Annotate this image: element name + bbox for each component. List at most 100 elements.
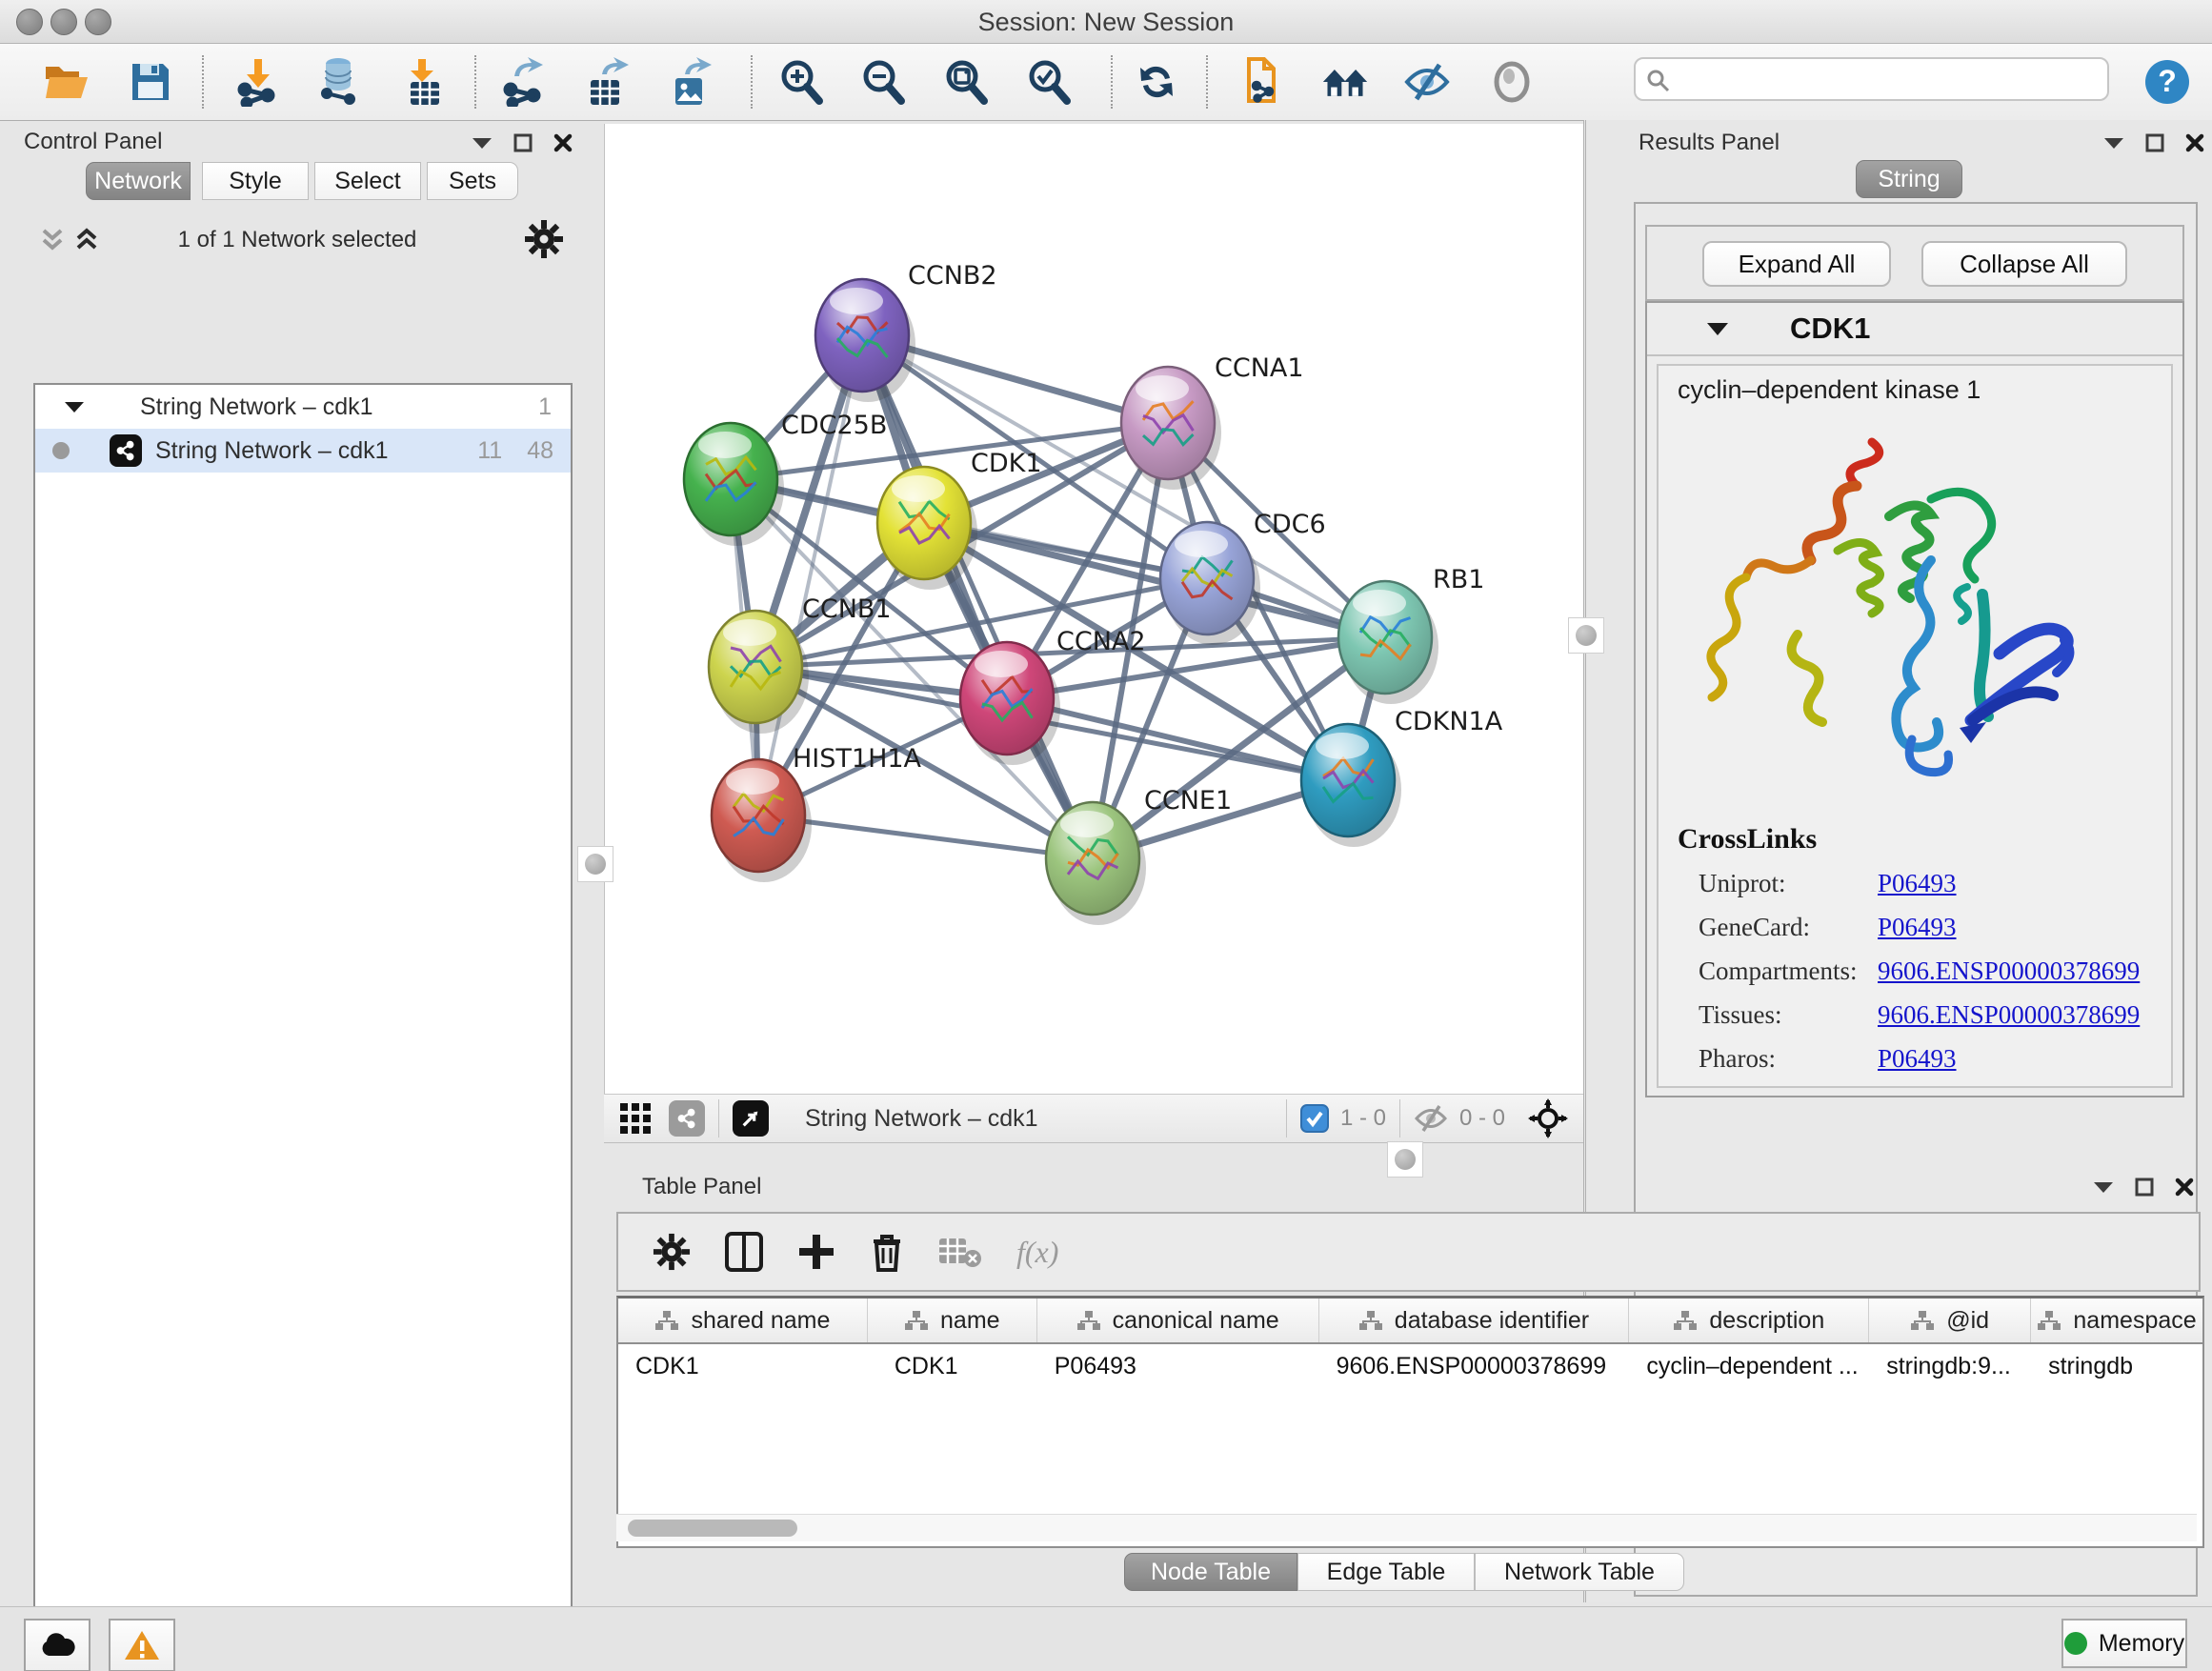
crosslink-value-link[interactable]: 9606.ENSP00000378699 (1878, 956, 2140, 986)
tab-network[interactable]: Network (86, 162, 191, 200)
clone-network-icon[interactable] (1237, 58, 1284, 106)
panel-menu-icon[interactable] (472, 136, 493, 150)
hidden-count: 0 - 0 (1459, 1105, 1505, 1132)
hidden-eye-slash-icon[interactable] (1414, 1104, 1448, 1133)
network-row-selected[interactable]: String Network – cdk1 11 48 (35, 429, 571, 473)
network-node[interactable]: RB1 (1338, 565, 1484, 704)
left-splitter-handle[interactable] (577, 846, 613, 882)
export-image-icon[interactable] (667, 58, 714, 106)
show-columns-icon[interactable] (725, 1232, 763, 1272)
cell-description: cyclin–dependent ... (1629, 1353, 1869, 1380)
column-header[interactable]: database identifier (1319, 1299, 1630, 1342)
network-node[interactable]: CCNE1 (1046, 786, 1232, 925)
gene-symbol: CDK1 (1790, 312, 1870, 346)
crosslink-value-link[interactable]: P06493 (1878, 1044, 1957, 1074)
share-network-icon[interactable] (669, 1100, 705, 1137)
scrollbar-thumb[interactable] (628, 1520, 797, 1537)
toolbar-divider (1286, 1099, 1287, 1137)
selected-checkbox-icon[interactable] (1300, 1104, 1329, 1133)
export-table-icon[interactable] (584, 58, 632, 106)
open-session-icon[interactable] (43, 58, 90, 106)
cell-shared-name: CDK1 (618, 1353, 868, 1380)
right-splitter-handle[interactable] (1568, 617, 1604, 654)
column-label: name (940, 1307, 1000, 1335)
panel-close-icon[interactable] (2175, 1178, 2194, 1197)
gear-icon[interactable] (524, 219, 564, 259)
network-node[interactable]: CCNB2 (815, 261, 997, 402)
panel-float-icon[interactable] (2135, 1178, 2154, 1197)
results-panel-title: Results Panel (1639, 130, 1780, 156)
collection-expand-icon[interactable] (64, 400, 85, 413)
horizontal-splitter-handle[interactable] (1387, 1141, 1423, 1178)
gene-collapse-icon[interactable] (1706, 321, 1729, 336)
import-table-icon[interactable] (400, 58, 448, 106)
tab-style[interactable]: Style (202, 162, 309, 200)
column-header[interactable]: namespace (2031, 1299, 2202, 1342)
delete-column-trash-icon[interactable] (870, 1232, 904, 1272)
tab-edge-table[interactable]: Edge Table (1297, 1553, 1475, 1591)
zoom-in-icon[interactable] (777, 58, 825, 106)
fit-content-crosshair-icon[interactable] (1528, 1098, 1568, 1138)
show-eye-icon[interactable] (1488, 58, 1536, 106)
node-label: CCNE1 (1144, 786, 1232, 815)
network-graph[interactable]: CCNB2CCNA1CDC25BCDK1CDC6RB1CCNB1CCNA2CDK… (605, 124, 1584, 1094)
refresh-icon[interactable] (1133, 58, 1180, 106)
tab-sets[interactable]: Sets (427, 162, 518, 200)
tab-select[interactable]: Select (314, 162, 421, 200)
control-panel-window-controls (472, 133, 573, 152)
column-label: namespace (2073, 1307, 2196, 1335)
toolbar-separator (474, 55, 476, 109)
zoom-fit-icon[interactable] (942, 58, 990, 106)
network-node[interactable]: CDC6 (1160, 510, 1326, 645)
cloud-button[interactable] (24, 1619, 90, 1671)
table-settings-gear-icon[interactable] (653, 1233, 691, 1271)
add-column-icon[interactable] (797, 1233, 835, 1271)
panel-close-icon[interactable] (553, 133, 573, 152)
tab-string[interactable]: String (1856, 160, 1962, 198)
gene-card-header[interactable]: CDK1 (1647, 303, 2182, 356)
panel-float-icon[interactable] (2145, 133, 2164, 152)
column-header[interactable]: description (1629, 1299, 1869, 1342)
network-collection-row[interactable]: String Network – cdk1 1 (35, 385, 571, 429)
zoom-selected-icon[interactable] (1025, 58, 1073, 106)
tab-node-table[interactable]: Node Table (1124, 1553, 1297, 1591)
warnings-button[interactable] (109, 1619, 175, 1671)
network-canvas[interactable]: CCNB2CCNA1CDC25BCDK1CDC6RB1CCNB1CCNA2CDK… (604, 124, 1585, 1094)
network-node[interactable]: CDK1 (877, 449, 1042, 590)
home-icon[interactable] (1321, 58, 1369, 106)
crosslink-value-link[interactable]: P06493 (1878, 913, 1957, 942)
panel-menu-icon[interactable] (2093, 1180, 2114, 1194)
panel-float-icon[interactable] (513, 133, 533, 152)
collapse-all-button[interactable]: Collapse All (1921, 241, 2127, 287)
column-header[interactable]: @id (1869, 1299, 2031, 1342)
column-header[interactable]: shared name (618, 1299, 868, 1342)
column-header[interactable]: canonical name (1037, 1299, 1319, 1342)
open-in-window-icon[interactable] (733, 1100, 769, 1137)
crosslink-value-link[interactable]: P06493 (1878, 869, 1957, 898)
network-node[interactable]: HIST1H1A (712, 744, 922, 882)
crosslink-value-link[interactable]: 9606.ENSP00000378699 (1878, 1000, 2140, 1030)
export-network-icon[interactable] (500, 58, 548, 106)
function-builder-icon[interactable]: f(x) (1016, 1235, 1058, 1270)
import-network-file-icon[interactable] (234, 58, 282, 106)
help-icon[interactable]: ? (2143, 58, 2191, 106)
expand-all-button[interactable]: Expand All (1702, 241, 1891, 287)
search-input[interactable] (1634, 57, 2109, 101)
table-row[interactable]: CDK1 CDK1 P06493 9606.ENSP00000378699 cy… (618, 1344, 2202, 1388)
network-node[interactable]: CDKN1A (1301, 707, 1503, 847)
import-network-database-icon[interactable] (314, 58, 362, 106)
tab-network-table[interactable]: Network Table (1475, 1553, 1684, 1591)
delete-table-icon[interactable] (938, 1236, 982, 1268)
hide-eye-slash-icon[interactable] (1403, 58, 1451, 106)
column-header[interactable]: name (868, 1299, 1037, 1342)
save-session-icon[interactable] (127, 58, 174, 106)
panel-close-icon[interactable] (2185, 133, 2204, 152)
panel-menu-icon[interactable] (2103, 136, 2124, 150)
grid-view-icon[interactable] (619, 1102, 652, 1135)
table-header-row: shared name name canonical name database… (618, 1299, 2202, 1344)
network-node[interactable]: CCNA2 (960, 627, 1146, 765)
zoom-out-icon[interactable] (859, 58, 907, 106)
network-view-toolbar: String Network – cdk1 1 - 0 0 - 0 (604, 1094, 1583, 1143)
table-horizontal-scrollbar[interactable] (616, 1514, 2197, 1541)
memory-button[interactable]: Memory (2061, 1619, 2187, 1668)
